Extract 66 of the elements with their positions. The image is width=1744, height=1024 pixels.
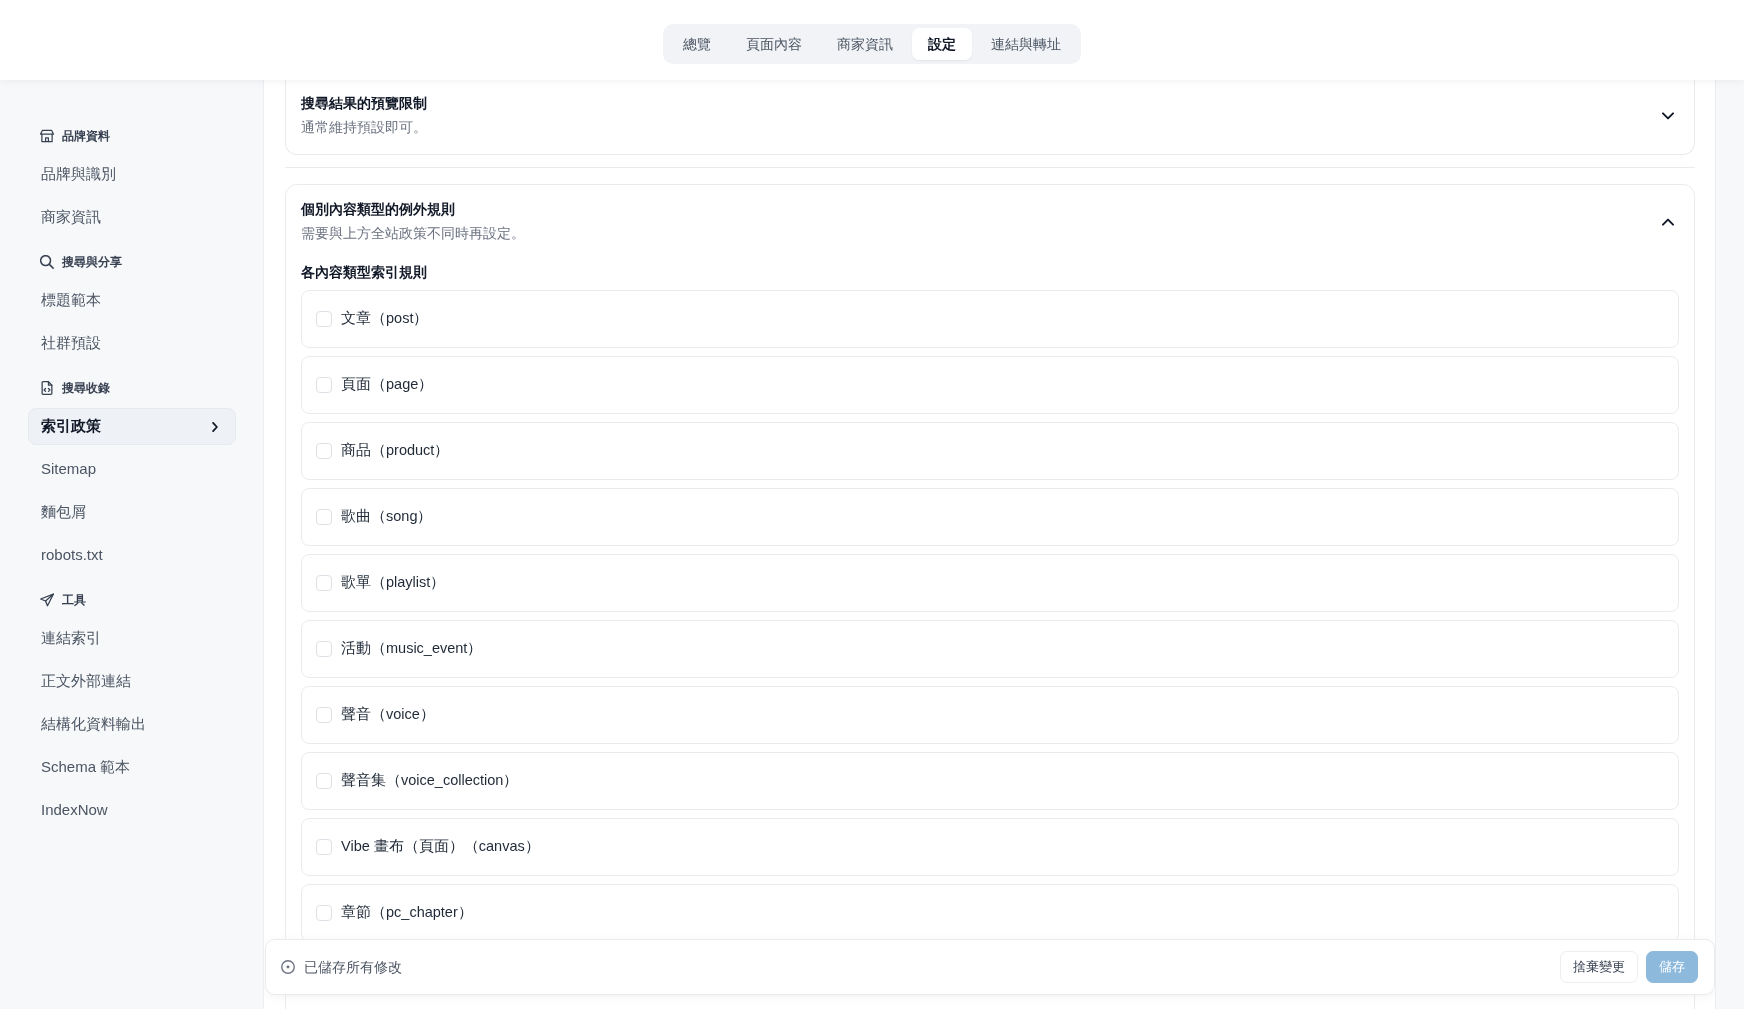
tab[interactable]: 設定 bbox=[912, 28, 972, 60]
sidebar-section-title: 搜尋收錄 bbox=[62, 380, 110, 397]
option-label: 頁面（page） bbox=[341, 375, 434, 395]
option-label: 歌單（playlist） bbox=[341, 573, 446, 593]
sidebar-item[interactable]: 標題範本 bbox=[28, 282, 236, 319]
option-row[interactable]: 聲音集（voice_collection） bbox=[301, 752, 1679, 810]
sidebar-item[interactable]: Schema 範本 bbox=[28, 749, 236, 786]
option-row[interactable]: 聲音（voice） bbox=[301, 686, 1679, 744]
sidebar-item[interactable]: robots.txt bbox=[28, 537, 236, 574]
option-row[interactable]: 歌曲（song） bbox=[301, 488, 1679, 546]
circle-dot-icon bbox=[281, 960, 295, 974]
sidebar-item[interactable]: 商家資訊 bbox=[28, 199, 236, 236]
option-label: 歌曲（song） bbox=[341, 507, 433, 527]
option-label: 活動（music_event） bbox=[341, 639, 483, 659]
checkbox[interactable] bbox=[316, 509, 332, 525]
option-label: 聲音集（voice_collection） bbox=[341, 771, 519, 791]
checkbox[interactable] bbox=[316, 707, 332, 723]
sidebar-item[interactable]: 索引政策 bbox=[28, 408, 236, 445]
option-row[interactable]: 歌單（playlist） bbox=[301, 554, 1679, 612]
tab[interactable]: 總覽 bbox=[667, 28, 727, 60]
checkbox[interactable] bbox=[316, 905, 332, 921]
sidebar-section-title: 工具 bbox=[62, 592, 86, 609]
sidebar-item[interactable]: 社群預設 bbox=[28, 325, 236, 362]
sidebar-section-title: 品牌資料 bbox=[62, 128, 110, 145]
save-status: 已儲存所有修改 bbox=[304, 957, 402, 977]
card-title: 搜尋結果的預覽限制 bbox=[301, 94, 427, 113]
tab[interactable]: 商家資訊 bbox=[821, 28, 909, 60]
option-label: Vibe 畫布（頁面）（canvas） bbox=[341, 837, 540, 857]
checkbox[interactable] bbox=[316, 839, 332, 855]
store-icon bbox=[40, 129, 54, 143]
card-description: 需要與上方全站政策不同時再設定。 bbox=[301, 225, 525, 243]
checkbox[interactable] bbox=[316, 311, 332, 327]
group-label: 各內容類型索引規則 bbox=[301, 263, 428, 282]
checkbox[interactable] bbox=[316, 773, 332, 789]
sidebar-item[interactable]: 正文外部連結 bbox=[28, 663, 236, 700]
card-description: 通常維持預設即可。 bbox=[301, 119, 427, 137]
discard-button[interactable]: 捨棄變更 bbox=[1560, 951, 1638, 983]
sidebar-item[interactable]: 連結索引 bbox=[28, 620, 236, 657]
option-label: 商品（product） bbox=[341, 441, 450, 461]
option-label: 章節（pc_chapter） bbox=[341, 903, 473, 923]
tab[interactable]: 頁面內容 bbox=[730, 28, 818, 60]
sidebar-item[interactable]: Sitemap bbox=[28, 451, 236, 488]
tab[interactable]: 連結與轉址 bbox=[975, 28, 1077, 60]
option-label: 文章（post） bbox=[341, 309, 429, 329]
option-row[interactable]: 商品（product） bbox=[301, 422, 1679, 480]
document-code-icon bbox=[40, 381, 54, 395]
sidebar-item[interactable]: 麵包屑 bbox=[28, 494, 236, 531]
option-row[interactable]: 章節（pc_chapter） bbox=[301, 884, 1679, 942]
checkbox[interactable] bbox=[316, 575, 332, 591]
option-label: 聲音（voice） bbox=[341, 705, 435, 725]
option-row[interactable]: Vibe 畫布（頁面）（canvas） bbox=[301, 818, 1679, 876]
paper-plane-icon bbox=[40, 593, 54, 607]
option-row[interactable]: 文章（post） bbox=[301, 290, 1679, 348]
sidebar-item[interactable]: IndexNow bbox=[28, 792, 236, 829]
option-row[interactable]: 活動（music_event） bbox=[301, 620, 1679, 678]
chevron-down-icon[interactable] bbox=[1662, 109, 1674, 122]
checkbox[interactable] bbox=[316, 641, 332, 657]
option-row[interactable]: 頁面（page） bbox=[301, 356, 1679, 414]
chevron-right-icon bbox=[210, 421, 220, 432]
checkbox[interactable] bbox=[316, 443, 332, 459]
search-icon bbox=[40, 255, 54, 269]
sidebar-section-title: 搜尋與分享 bbox=[62, 254, 122, 271]
card-title: 個別內容類型的例外規則 bbox=[301, 200, 456, 219]
sidebar-item[interactable]: 結構化資料輸出 bbox=[28, 706, 236, 743]
sidebar-item[interactable]: 品牌與識別 bbox=[28, 156, 236, 193]
checkbox[interactable] bbox=[316, 377, 332, 393]
